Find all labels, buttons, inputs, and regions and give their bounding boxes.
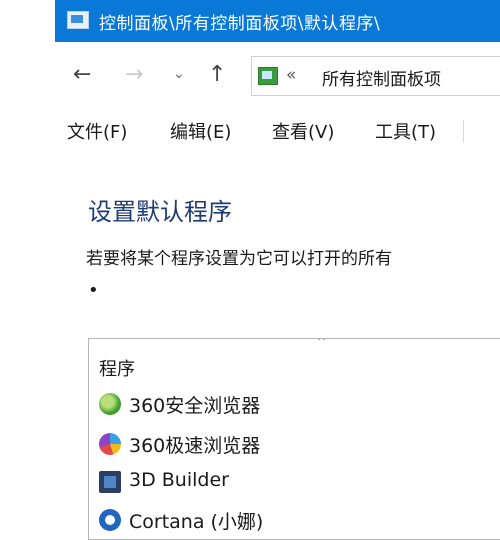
address-chevron-icon[interactable]: « <box>286 65 296 85</box>
up-arrow-icon[interactable]: ↑ <box>208 62 226 87</box>
menu-bar: 文件(F) 编辑(E) 查看(V) 工具(T) <box>55 114 500 148</box>
program-list[interactable]: ⌃ 程序 360安全浏览器 360极速浏览器 3D Builder Cortan… <box>88 338 500 540</box>
program-name: 360安全浏览器 <box>129 395 261 417</box>
list-item[interactable]: Cortana (小娜) <box>99 507 499 537</box>
menu-view[interactable]: 查看(V) <box>272 118 334 144</box>
control-panel-window-icon <box>67 11 89 29</box>
forward-arrow-icon[interactable]: → <box>125 62 143 87</box>
360-speed-browser-icon <box>99 433 121 455</box>
address-bar[interactable]: « 所有控制面板项 <box>251 56 500 96</box>
window-titlebar[interactable]: 控制面板\所有控制面板项\默认程序\ <box>55 0 500 42</box>
menu-tools[interactable]: 工具(T) <box>375 118 436 144</box>
bullet-marker: • <box>88 280 99 301</box>
360-safe-browser-icon <box>99 393 121 415</box>
program-name: 360极速浏览器 <box>129 435 261 457</box>
menu-divider <box>463 120 464 142</box>
window-title: 控制面板\所有控制面板项\默认程序\ <box>99 14 381 34</box>
navigation-bar: ← → ⌄ ↑ « 所有控制面板项 <box>55 54 500 98</box>
menu-file[interactable]: 文件(F) <box>67 118 127 144</box>
3d-builder-icon <box>99 471 121 493</box>
control-panel-icon <box>258 67 278 85</box>
cortana-icon <box>99 509 121 531</box>
page-title: 设置默认程序 <box>88 198 232 226</box>
address-path[interactable]: 所有控制面板项 <box>322 65 441 90</box>
program-column-header[interactable]: 程序 <box>99 355 135 381</box>
back-arrow-icon[interactable]: ← <box>73 62 91 87</box>
list-item[interactable]: 360极速浏览器 <box>99 431 499 461</box>
recent-locations-chevron-icon[interactable]: ⌄ <box>173 66 185 82</box>
left-margin <box>0 0 55 524</box>
list-item[interactable]: 3D Builder <box>99 469 499 499</box>
program-name: 3D Builder <box>129 469 229 491</box>
page-description: 若要将某个程序设置为它可以打开的所有 <box>86 249 392 269</box>
program-name: Cortana (小娜) <box>129 511 264 533</box>
list-item[interactable]: 360安全浏览器 <box>99 391 499 421</box>
menu-edit[interactable]: 编辑(E) <box>170 118 231 144</box>
sort-up-icon[interactable]: ⌃ <box>315 339 328 352</box>
